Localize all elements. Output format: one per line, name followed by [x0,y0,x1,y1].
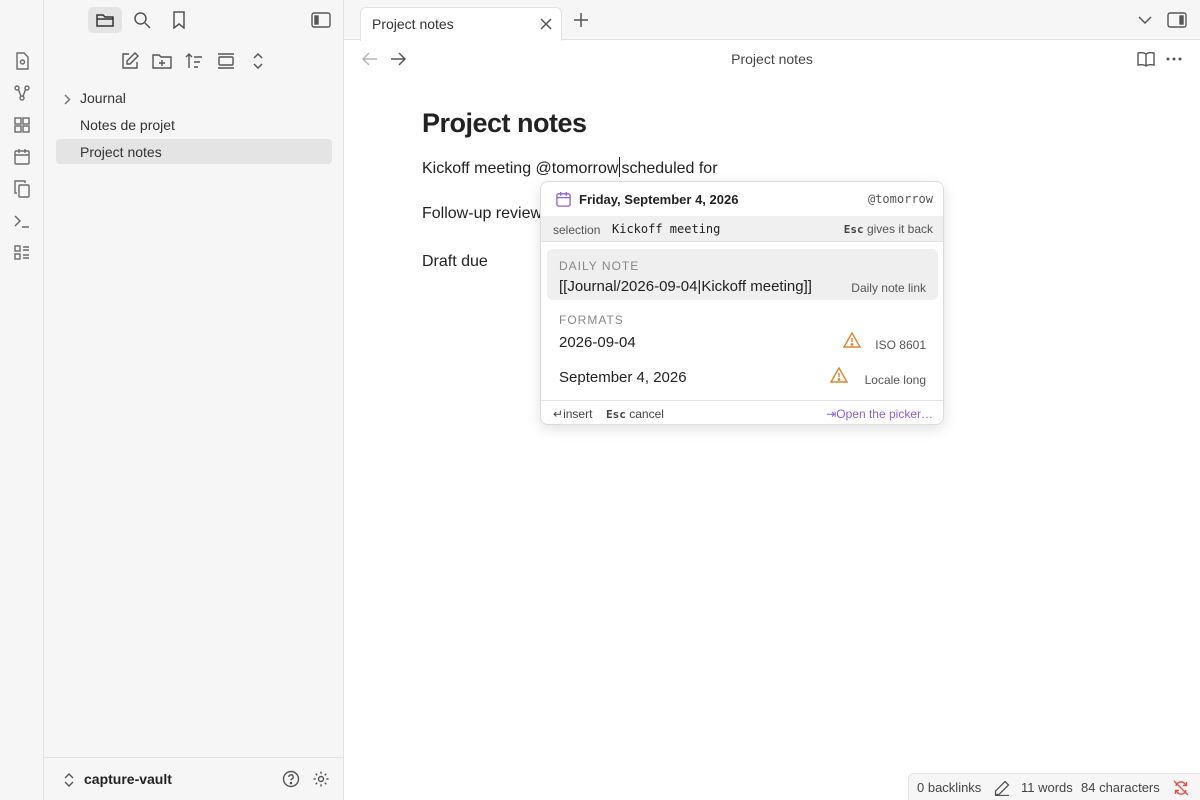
new-folder-icon[interactable] [151,50,173,72]
format-value: September 4, 2026 [559,369,687,386]
new-note-icon[interactable] [119,50,141,72]
insert-label: insert [563,407,593,421]
insert-hint: ↵insert [553,407,592,421]
tab-project-notes[interactable]: Project notes [360,7,562,41]
date-suggestion-popup: Friday, September 4, 2026 @tomorrow sele… [540,181,944,425]
cancel-label: cancel [629,407,664,421]
tree-item-label: Journal [80,89,126,106]
sidebar-toggle-icon[interactable] [310,9,332,31]
view-header-title: Project notes [731,51,813,67]
sync-error-icon[interactable] [1170,777,1192,799]
vault-name[interactable]: capture-vault [84,771,172,787]
vault-switcher-bar: capture-vault [44,757,344,800]
editor-line-1[interactable]: Kickoff meeting @tomorrow scheduled for [422,157,718,178]
bookmark-icon[interactable] [168,9,190,31]
help-icon[interactable] [280,768,302,790]
tab-key: ⇥ [826,407,837,421]
canvas-icon[interactable] [12,115,32,135]
reading-view-book-icon[interactable] [1135,48,1157,70]
terminal-icon[interactable] [12,211,32,231]
ribbon [0,0,44,800]
tree-item-notes-de-projet[interactable]: Notes de projet [56,112,332,137]
daily-note-label: DAILY NOTE [559,259,640,273]
word-count: 11 words [1021,780,1073,795]
format-option-locale-long[interactable]: September 4, 2026 Locale long [547,361,938,394]
cancel-hint: Esc cancel [606,407,664,421]
selection-text: Kickoff meeting [612,222,721,236]
open-picker-label: Open the picker… [836,407,933,421]
tree-item-project-notes[interactable]: Project notes [56,139,332,164]
graph-view-icon[interactable] [12,83,32,103]
format-hint: Locale long [864,373,926,387]
editor-line-2[interactable]: Follow-up review [422,205,542,223]
character-count: 84 characters [1081,780,1160,795]
popup-footer: ↵insert Esc cancel ⇥Open the picker… [541,400,943,424]
esc-key: Esc [843,223,864,236]
sort-icon[interactable] [183,50,205,72]
warning-icon [829,366,849,385]
more-options-icon[interactable] [1163,48,1185,70]
chevron-right-icon [63,92,71,108]
edit-mode-pencil-icon[interactable] [991,777,1013,799]
collapse-all-icon[interactable] [247,50,269,72]
open-picker-link[interactable]: ⇥Open the picker… [826,407,933,421]
line-text-after-cursor: scheduled for [621,160,718,177]
selection-row: selection Kickoff meeting Esc gives it b… [541,216,943,242]
trigger-text: @tomorrow [867,192,933,206]
resolved-date: Friday, September 4, 2026 [579,192,739,207]
file-icon[interactable] [12,51,32,71]
popup-header: Friday, September 4, 2026 @tomorrow [541,182,943,216]
settings-gear-icon[interactable] [310,768,332,790]
enter-key: ↵ [553,407,564,421]
tab-bar: Project notes [344,0,1200,41]
tree-item-label: Notes de projet [80,116,175,133]
new-tab-plus-icon[interactable] [570,9,592,31]
list-icon[interactable] [12,243,32,263]
right-sidebar-toggle-icon[interactable] [1166,9,1188,31]
calendar-icon [552,188,574,210]
selection-label: selection [553,223,601,237]
daily-note-link: [[Journal/2026-09-04|Kickoff meeting]] [559,278,812,295]
sidebar-top-bar [44,0,344,40]
backlinks-count[interactable]: 0 backlinks [917,780,981,795]
copy-icon[interactable] [12,179,32,199]
warning-icon [842,331,862,350]
editor[interactable]: Project notes Kickoff meeting @tomorrow s… [422,108,1122,270]
selection-hint: Esc gives it back [844,222,933,236]
search-icon[interactable] [131,9,153,31]
status-bar: 0 backlinks 11 words 84 characters [908,773,1200,800]
daily-note-option[interactable]: DAILY NOTE [[Journal/2026-09-04|Kickoff … [547,249,938,300]
format-option-iso[interactable]: 2026-09-04 ISO 8601 [547,326,938,359]
selection-hint-text: gives it back [866,222,933,236]
chevron-down-icon[interactable] [1134,9,1156,31]
daily-note-hint: Daily note link [851,281,926,295]
folder-icon[interactable] [88,7,122,33]
tree-item-label: Project notes [80,143,162,160]
esc-key: Esc [606,408,626,421]
line-text-before-cursor: Kickoff meeting @tomorrow [422,160,619,177]
file-explorer-sidebar: Journal Notes de projet Project notes ca… [44,0,344,800]
format-value: 2026-09-04 [559,334,636,351]
document-heading[interactable]: Project notes [422,108,1122,139]
close-icon[interactable] [535,13,557,35]
calendar-icon[interactable] [12,147,32,167]
tree-item-journal[interactable]: Journal [56,85,332,110]
vault-switch-icon[interactable] [58,769,80,791]
formats-label: FORMATS [559,313,624,327]
editor-line-3[interactable]: Draft due [422,253,488,271]
format-hint: ISO 8601 [875,338,926,352]
tab-title: Project notes [372,16,454,32]
file-tree: Journal Notes de projet Project notes [56,85,332,166]
auto-reveal-icon[interactable] [215,50,237,72]
